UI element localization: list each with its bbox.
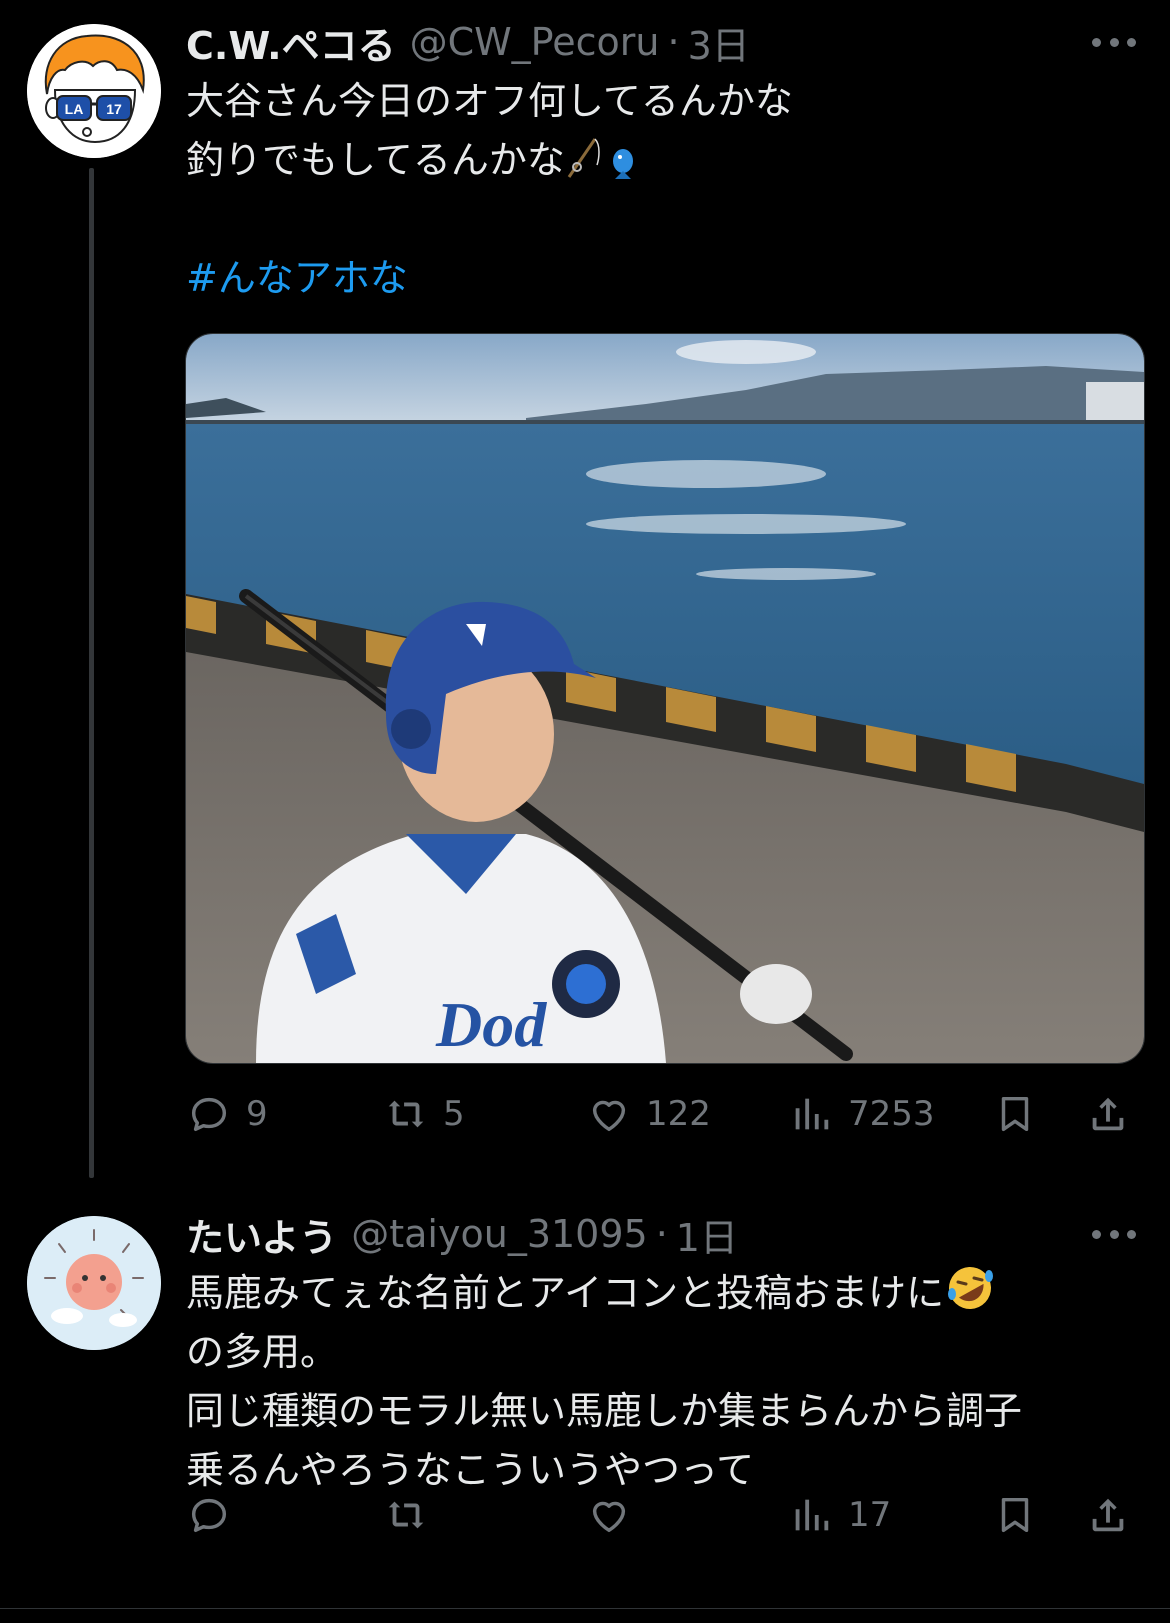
like-button[interactable]: 122	[586, 1084, 711, 1144]
retweet-count: 5	[443, 1094, 465, 1134]
reply-button[interactable]: 9	[186, 1084, 268, 1144]
bookmark-icon	[1001, 1497, 1029, 1533]
rolling-laughing-emoji-icon	[948, 1267, 994, 1309]
tweet-actions: 9 5 122 7253	[180, 1084, 1140, 1144]
more-icon[interactable]	[1092, 32, 1136, 52]
bottom-divider	[0, 1608, 1170, 1609]
avatar-illustration: LA 17	[27, 24, 161, 158]
timestamp[interactable]: 3日	[688, 15, 750, 70]
like-icon	[592, 1100, 626, 1132]
reply-icon	[191, 1498, 227, 1533]
tweet-header: C.W.ペコる @CW_Pecoru · 3日	[186, 18, 1110, 68]
retweet-icon	[388, 1100, 424, 1128]
bookmark-icon	[1001, 1096, 1029, 1132]
tweet-text-line: 同じ種類のモラル無い馬鹿しか集まらんから調子	[186, 1382, 1022, 1441]
display-name[interactable]: たいよう	[186, 1207, 337, 1262]
tweet-header: たいよう @taiyou_31095 · 1日	[186, 1210, 1110, 1260]
tweet-text-line: 馬鹿みてぇな名前とアイコンと投稿おまけに	[186, 1264, 1022, 1323]
tweet-1[interactable]: LA 17 C.W.ペコる @CW_Pecoru · 3日 大谷さん今日のオフ何…	[0, 0, 1170, 1180]
avatar-illustration	[27, 1216, 161, 1350]
tweet-2[interactable]: たいよう @taiyou_31095 · 1日 馬鹿みてぇな名前とアイコンと投稿…	[0, 1180, 1170, 1623]
share-button[interactable]	[1085, 1485, 1131, 1545]
thread-connector	[89, 168, 94, 1178]
views-icon	[795, 1098, 829, 1130]
handle[interactable]: @taiyou_31095	[351, 1212, 647, 1256]
bookmark-button[interactable]	[992, 1485, 1038, 1545]
retweet-button[interactable]: 5	[383, 1084, 465, 1144]
tweet-actions: 17	[180, 1485, 1140, 1545]
views-button[interactable]: 17	[788, 1485, 891, 1545]
media-scene: Dod	[186, 334, 1144, 1063]
reply-count: 9	[246, 1094, 268, 1134]
like-count: 122	[646, 1094, 711, 1134]
tweet-media-image[interactable]: Dod	[185, 333, 1145, 1064]
fish-icon	[612, 149, 633, 179]
tweet-text-line: 釣りでもしてるんかな	[186, 131, 793, 190]
fishing-pole-icon	[567, 138, 600, 178]
tweet-text-line: 大谷さん今日のオフ何してるんかな	[186, 72, 793, 131]
avatar-badge-left: LA	[65, 101, 84, 117]
tweet-text: 大谷さん今日のオフ何してるんかな 釣りでもしてるんかな #んなアホな	[186, 72, 793, 308]
avatar[interactable]	[27, 1216, 161, 1350]
retweet-icon	[388, 1501, 424, 1529]
tweet-text-line-2: 釣りでもしてるんかな	[186, 138, 565, 182]
more-icon[interactable]	[1092, 1224, 1136, 1244]
reply-icon	[191, 1097, 227, 1132]
separator: ·	[655, 1212, 668, 1256]
view-count: 17	[848, 1495, 892, 1535]
like-button[interactable]	[586, 1485, 646, 1545]
display-name[interactable]: C.W.ペコる	[186, 15, 396, 70]
timestamp[interactable]: 1日	[676, 1207, 738, 1262]
tweet-text-line: の多用。	[186, 1323, 1022, 1382]
views-icon	[795, 1499, 829, 1531]
tweet-text-line: #んなアホな	[186, 249, 793, 308]
avatar-badge-right: 17	[106, 101, 122, 117]
tweet-text-line-1: 大谷さん今日のオフ何してるんかな	[186, 79, 793, 123]
svg-text:Dod: Dod	[435, 989, 547, 1060]
separator: ·	[667, 20, 680, 64]
tweet-text: 馬鹿みてぇな名前とアイコンと投稿おまけに の多用。 同じ種類のモラル無い馬鹿しか…	[186, 1264, 1022, 1500]
tweet-text-line-1: 馬鹿みてぇな名前とアイコンと投稿おまけに	[186, 1271, 945, 1315]
tweet-text-line-2: の多用。	[186, 1330, 339, 1374]
hashtag-link[interactable]: #んなアホな	[186, 256, 408, 300]
handle[interactable]: @CW_Pecoru	[410, 20, 660, 64]
share-button[interactable]	[1085, 1084, 1131, 1144]
like-icon	[592, 1501, 626, 1533]
bookmark-button[interactable]	[992, 1084, 1038, 1144]
avatar[interactable]: LA 17	[27, 24, 161, 158]
retweet-button[interactable]	[383, 1485, 443, 1545]
views-button[interactable]: 7253	[788, 1084, 935, 1144]
reply-button[interactable]	[186, 1485, 246, 1545]
tweet-text-line-3: 同じ種類のモラル無い馬鹿しか集まらんから調子	[186, 1389, 1023, 1433]
view-count: 7253	[848, 1094, 935, 1134]
share-icon	[1092, 1097, 1124, 1131]
share-icon	[1092, 1498, 1124, 1532]
